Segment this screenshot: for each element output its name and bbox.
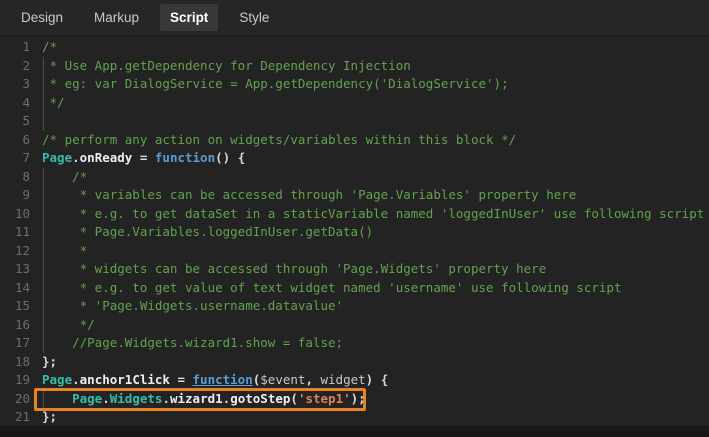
- code-line[interactable]: 18};: [0, 353, 709, 372]
- code-text: * variables can be accessed through 'Pag…: [30, 186, 576, 205]
- indent-guide: [43, 297, 44, 316]
- code-text: *: [30, 242, 87, 261]
- code-lines[interactable]: 1/*2 * Use App.getDependency for Depende…: [0, 38, 709, 426]
- code-line[interactable]: 3 * eg: var DialogService = App.getDepen…: [0, 75, 709, 94]
- line-number: 6: [0, 131, 30, 150]
- code-line[interactable]: 1/*: [0, 38, 709, 57]
- code-text: /*: [30, 168, 87, 187]
- code-line[interactable]: 6/* perform any action on widgets/variab…: [0, 131, 709, 150]
- line-number: 13: [0, 260, 30, 279]
- tab-script[interactable]: Script: [160, 4, 218, 31]
- line-number: 15: [0, 297, 30, 316]
- indent-guide: [43, 186, 44, 205]
- tab-style[interactable]: Style: [229, 4, 279, 31]
- indent-guide: [43, 242, 44, 261]
- indent-guide: [43, 75, 44, 94]
- line-number: 11: [0, 223, 30, 242]
- indent-guide: [43, 94, 44, 113]
- indent-guide: [43, 168, 44, 187]
- code-text: /*: [30, 38, 57, 57]
- line-number: 12: [0, 242, 30, 261]
- code-line[interactable]: 13 * widgets can be accessed through 'Pa…: [0, 260, 709, 279]
- line-number: 8: [0, 168, 30, 187]
- line-number: 20: [0, 390, 30, 409]
- code-line[interactable]: 15 * 'Page.Widgets.username.datavalue': [0, 297, 709, 316]
- code-text: * 'Page.Widgets.username.datavalue': [30, 297, 343, 316]
- indent-guide: [43, 205, 44, 224]
- tab-markup[interactable]: Markup: [84, 4, 149, 31]
- code-line[interactable]: 9 * variables can be accessed through 'P…: [0, 186, 709, 205]
- indent-guide: [43, 57, 44, 76]
- tab-design[interactable]: Design: [11, 4, 73, 31]
- code-text: * Use App.getDependency for Dependency I…: [30, 57, 411, 76]
- line-number: 4: [0, 94, 30, 113]
- script-editor-window: Design Markup Script Style 1/*2 * Use Ap…: [0, 0, 709, 437]
- line-number: 21: [0, 408, 30, 426]
- code-editor[interactable]: 1/*2 * Use App.getDependency for Depende…: [0, 36, 709, 426]
- code-line[interactable]: 20 Page.Widgets.wizard1.gotoStep('step1'…: [0, 390, 709, 409]
- code-text: * eg: var DialogService = App.getDepende…: [30, 75, 509, 94]
- code-text: * e.g. to get value of text widget named…: [30, 279, 621, 298]
- indent-guide: [43, 279, 44, 298]
- indent-guide: [43, 390, 44, 409]
- indent-guide: [43, 223, 44, 242]
- line-number: 7: [0, 149, 30, 168]
- code-line[interactable]: 14 * e.g. to get value of text widget na…: [0, 279, 709, 298]
- code-line[interactable]: 5: [0, 112, 709, 131]
- line-number: 17: [0, 334, 30, 353]
- code-line[interactable]: 12 *: [0, 242, 709, 261]
- code-text: Page.Widgets.wizard1.gotoStep('step1');: [30, 390, 366, 409]
- code-text: //Page.Widgets.wizard1.show = false;: [30, 334, 343, 353]
- indent-guide: [43, 334, 44, 353]
- code-text: * e.g. to get dataSet in a staticVariabl…: [30, 205, 704, 224]
- code-line[interactable]: 4 */: [0, 94, 709, 113]
- line-number: 10: [0, 205, 30, 224]
- code-line[interactable]: 21};: [0, 408, 709, 426]
- line-number: 1: [0, 38, 30, 57]
- line-number: 14: [0, 279, 30, 298]
- code-text: Page.anchor1Click = function($event, wid…: [30, 371, 388, 390]
- line-number: 19: [0, 371, 30, 390]
- line-number: 9: [0, 186, 30, 205]
- code-line[interactable]: 11 * Page.Variables.loggedInUser.getData…: [0, 223, 709, 242]
- line-number: 3: [0, 75, 30, 94]
- indent-guide: [43, 112, 44, 131]
- editor-mode-tabs: Design Markup Script Style: [0, 0, 709, 36]
- code-text: */: [30, 316, 95, 335]
- line-number: 2: [0, 57, 30, 76]
- editor-bottom-bar: [0, 426, 709, 437]
- line-number: 16: [0, 316, 30, 335]
- code-line[interactable]: 10 * e.g. to get dataSet in a staticVari…: [0, 205, 709, 224]
- line-number: 18: [0, 353, 30, 372]
- code-text: /* perform any action on widgets/variabl…: [30, 131, 516, 150]
- indent-guide: [43, 316, 44, 335]
- line-number: 5: [0, 112, 30, 131]
- code-line[interactable]: 17 //Page.Widgets.wizard1.show = false;: [0, 334, 709, 353]
- indent-guide: [43, 260, 44, 279]
- code-text: */: [30, 94, 65, 113]
- code-text: Page.onReady = function() {: [30, 149, 245, 168]
- code-line[interactable]: 16 */: [0, 316, 709, 335]
- code-line[interactable]: 19Page.anchor1Click = function($event, w…: [0, 371, 709, 390]
- code-text: * widgets can be accessed through 'Page.…: [30, 260, 546, 279]
- code-line[interactable]: 2 * Use App.getDependency for Dependency…: [0, 57, 709, 76]
- code-text: };: [30, 408, 57, 426]
- code-text: };: [30, 353, 57, 372]
- code-line[interactable]: 8 /*: [0, 168, 709, 187]
- code-text: [30, 112, 42, 131]
- code-text: * Page.Variables.loggedInUser.getData(): [30, 223, 373, 242]
- code-line[interactable]: 7Page.onReady = function() {: [0, 149, 709, 168]
